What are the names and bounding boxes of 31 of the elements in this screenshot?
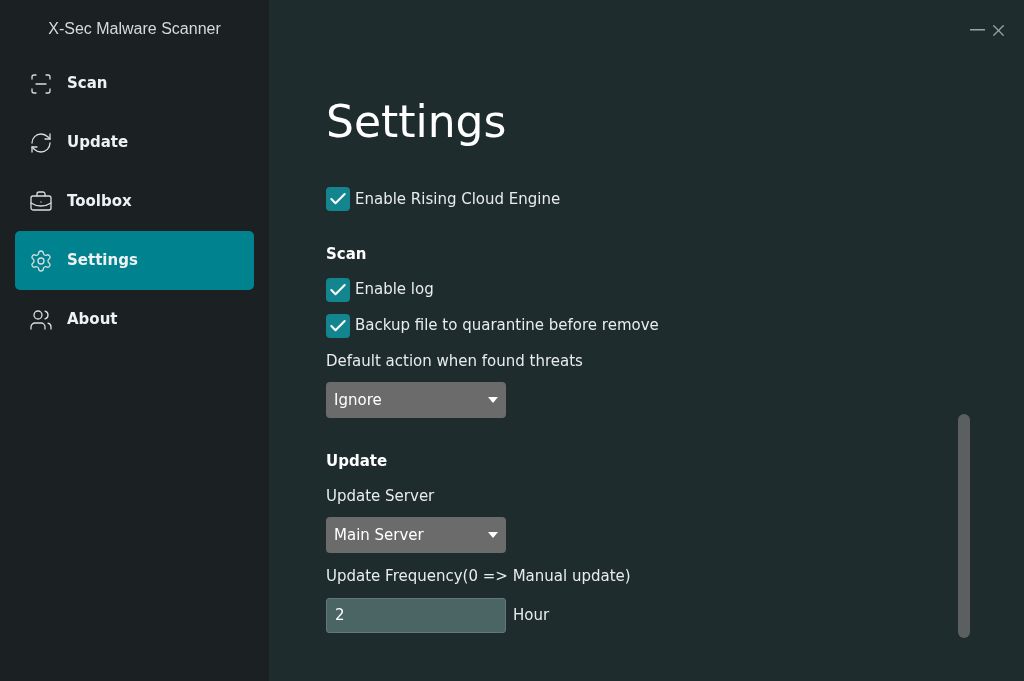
page-title: Settings	[326, 95, 507, 149]
checkbox-label: Enable log	[355, 279, 434, 301]
caret-icon	[488, 532, 498, 538]
nav-item[interactable]: About	[15, 290, 254, 349]
section-heading: Scan	[326, 244, 367, 265]
field-label: Default action when found threats	[326, 350, 583, 372]
scrollbar[interactable]	[958, 414, 970, 638]
settings-icon	[29, 248, 53, 273]
section-heading: Update	[326, 451, 388, 472]
nav-item[interactable]: Toolbox	[15, 172, 254, 231]
nav-item[interactable]: Update	[15, 113, 254, 172]
app-title: X-Sec Malware Scanner	[47, 19, 222, 39]
field-label: Update Server	[326, 485, 435, 507]
dropdown[interactable]: Main Server	[326, 517, 506, 553]
field-label: Update Frequency(0 => Manual update)	[326, 566, 631, 587]
checkbox-label: Backup file to quarantine before remove	[355, 315, 659, 337]
refresh-icon	[29, 130, 53, 155]
checkbox-label: Enable Rising Cloud Engine	[355, 188, 561, 210]
dropdown[interactable]: Ignore	[326, 382, 506, 418]
users-icon	[29, 307, 53, 332]
nav-item[interactable]: Scan	[15, 54, 254, 113]
toolbox-icon	[29, 189, 53, 214]
scan-icon	[29, 71, 53, 96]
checkbox[interactable]	[326, 313, 350, 338]
checkbox[interactable]	[326, 187, 350, 211]
input-field[interactable]: 2	[326, 597, 506, 633]
minimize-icon	[969, 29, 985, 31]
unit-label: Hour	[513, 604, 550, 626]
caret-icon	[488, 397, 498, 403]
nav-item[interactable]: Settings	[15, 231, 254, 290]
checkbox[interactable]	[326, 277, 350, 302]
